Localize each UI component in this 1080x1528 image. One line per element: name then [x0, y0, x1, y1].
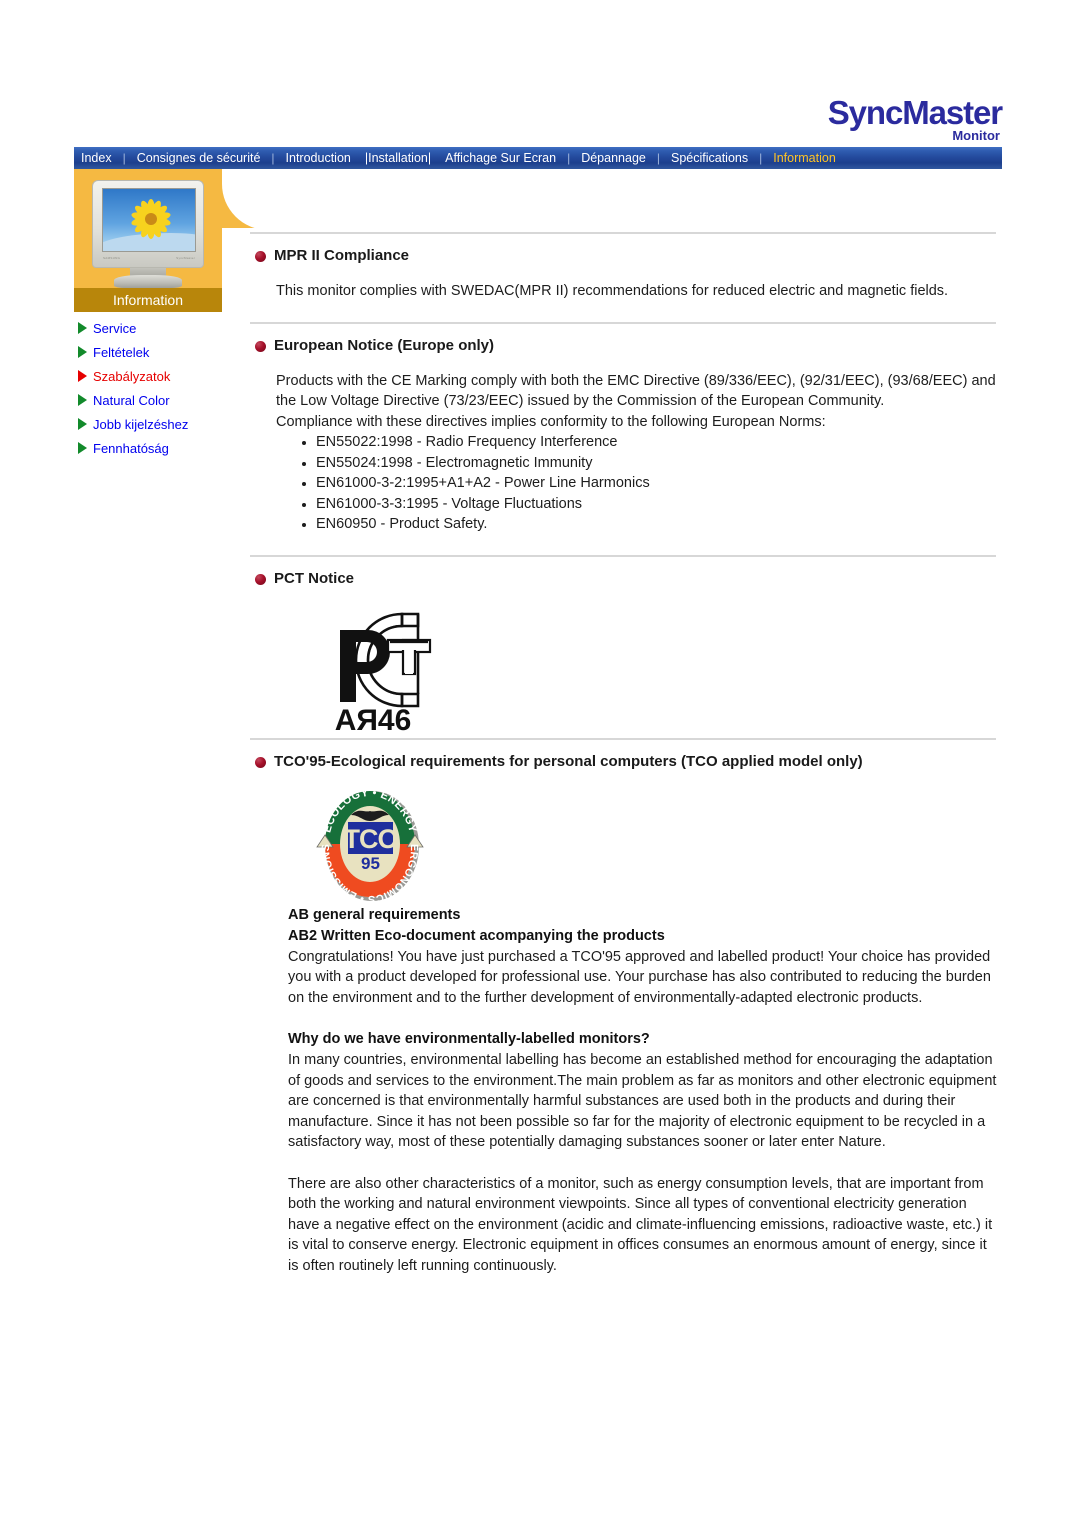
- nav-separator: |: [271, 151, 275, 165]
- section-divider: [250, 554, 996, 557]
- list-item: EN55022:1998 - Radio Frequency Interfere…: [302, 432, 998, 453]
- sunflower-icon: [129, 197, 173, 241]
- monitor-screen: [102, 188, 196, 252]
- heading-ab-general-requirements: AB general requirements: [288, 906, 461, 923]
- list-item: EN61000-3-2:1995+A1+A2 - Power Line Harm…: [302, 473, 998, 494]
- sidebar-item-feltetelek[interactable]: Feltételek: [78, 340, 253, 364]
- sidebar-item-szabalyzatok[interactable]: Szabályzatok: [78, 364, 253, 388]
- nav-separator: |: [656, 151, 660, 165]
- sidebar-item-label: Jobb kijelzéshez: [93, 416, 189, 432]
- nav-item-safety-instructions[interactable]: Consignes de sécurité: [130, 147, 268, 169]
- triangle-right-icon: [78, 346, 87, 358]
- syncmaster-logo: SyncMaster Monitor: [772, 94, 1003, 144]
- triangle-right-icon: [78, 394, 87, 406]
- nav-separator: |: [759, 151, 763, 165]
- pct-logo-container: AЯ46: [250, 602, 998, 738]
- nav-item-troubleshooting[interactable]: Dépannage: [574, 147, 653, 169]
- tco-95-logo: TCO 95 ECOLOGY • ENERGY ERGONOMICS • EMI…: [316, 786, 424, 905]
- nav-item-installation[interactable]: |Installation|: [358, 147, 438, 169]
- paragraph-european-directives: Products with the CE Marking comply with…: [276, 372, 996, 410]
- nav-item-index[interactable]: Index: [74, 147, 119, 169]
- pct-logo-code: AЯ46: [335, 704, 412, 734]
- nav-item-on-screen-display[interactable]: Affichage Sur Ecran: [438, 147, 563, 169]
- paragraph-energy-consumption: There are also other characteristics of …: [288, 1175, 993, 1274]
- tco-logo-container: TCO 95 ECOLOGY • ENERGY ERGONOMICS • EMI…: [250, 785, 998, 905]
- sidebar-item-label: Fennhatóság: [93, 440, 169, 456]
- heading-why-environmentally-labelled: Why do we have environmentally-labelled …: [288, 1031, 650, 1047]
- list-european-norms: EN55022:1998 - Radio Frequency Interfere…: [250, 432, 998, 535]
- sidebar-item-natural-color[interactable]: Natural Color: [78, 388, 253, 412]
- sidebar-item-jobb-kijelzeshez[interactable]: Jobb kijelzéshez: [78, 412, 253, 436]
- paragraph-european-conformity: Compliance with these directives implies…: [276, 413, 826, 430]
- sidebar-item-label: Szabályzatok: [93, 368, 171, 384]
- list-item: EN60950 - Product Safety.: [302, 514, 998, 535]
- sidebar-item-label: Feltételek: [93, 344, 150, 360]
- nav-separator: |: [122, 151, 126, 165]
- list-item: EN61000-3-3:1995 - Voltage Fluctuations: [302, 494, 998, 515]
- heading-mpr-ii-compliance: MPR II Compliance: [250, 247, 998, 265]
- sidebar-item-service[interactable]: Service: [78, 316, 253, 340]
- list-item: EN55024:1998 - Electromagnetic Immunity: [302, 453, 998, 474]
- triangle-right-icon: [78, 418, 87, 430]
- nav-item-specifications[interactable]: Spécifications: [664, 147, 755, 169]
- triangle-right-icon: [78, 370, 87, 382]
- section-divider: [250, 321, 996, 324]
- monitor-base: [114, 275, 182, 288]
- triangle-right-icon: [78, 442, 87, 454]
- main-content: MPR II Compliance This monitor complies …: [250, 232, 998, 1276]
- monitor-bezel-text: SAMSUNG SyncMaster: [103, 256, 195, 260]
- triangle-right-icon: [78, 322, 87, 334]
- pct-certification-logo: AЯ46: [335, 612, 432, 737]
- brand-name: SyncMaster: [827, 94, 1003, 131]
- sidebar-item-fennhatosag[interactable]: Fennhatóság: [78, 436, 253, 460]
- svg-text:TCO: TCO: [344, 824, 398, 854]
- paragraph-mpr-ii-body: This monitor complies with SWEDAC(MPR II…: [276, 283, 949, 299]
- paragraph-environmental-labelling: In many countries, environmental labelli…: [288, 1052, 997, 1150]
- heading-european-notice: European Notice (Europe only): [250, 337, 998, 355]
- svg-text:95: 95: [361, 854, 380, 873]
- monitor-bezel: SAMSUNG SyncMaster: [92, 180, 204, 268]
- nav-separator: |: [567, 151, 571, 165]
- heading-pct-notice: PCT Notice: [250, 570, 998, 588]
- sidebar-section-title: Information: [74, 288, 222, 312]
- sidebar-item-label: Service: [93, 320, 137, 336]
- flower-core: [145, 213, 157, 225]
- monitor-illustration: SAMSUNG SyncMaster: [92, 180, 204, 288]
- nav-item-introduction[interactable]: Introduction: [279, 147, 358, 169]
- section-divider: [250, 232, 996, 234]
- sidebar-item-label: Natural Color: [93, 392, 170, 408]
- bezel-left-mark: SAMSUNG: [103, 256, 121, 260]
- heading-tco-95: TCO'95-Ecological requirements for perso…: [250, 753, 998, 771]
- paragraph-congratulations: Congratulations! You have just purchased…: [288, 948, 991, 1006]
- nav-item-information[interactable]: Information: [766, 147, 843, 169]
- page-root: SyncMaster Monitor Index | Consignes de …: [0, 0, 1080, 1528]
- top-navigation-bar: Index | Consignes de sécurité | Introduc…: [74, 147, 1002, 169]
- heading-ab2-written-eco-document: AB2 Written Eco-document acompanying the…: [288, 927, 665, 944]
- bezel-right-mark: SyncMaster: [176, 256, 195, 260]
- sidebar-nav-list: Service Feltételek Szabályzatok Natural …: [78, 316, 253, 460]
